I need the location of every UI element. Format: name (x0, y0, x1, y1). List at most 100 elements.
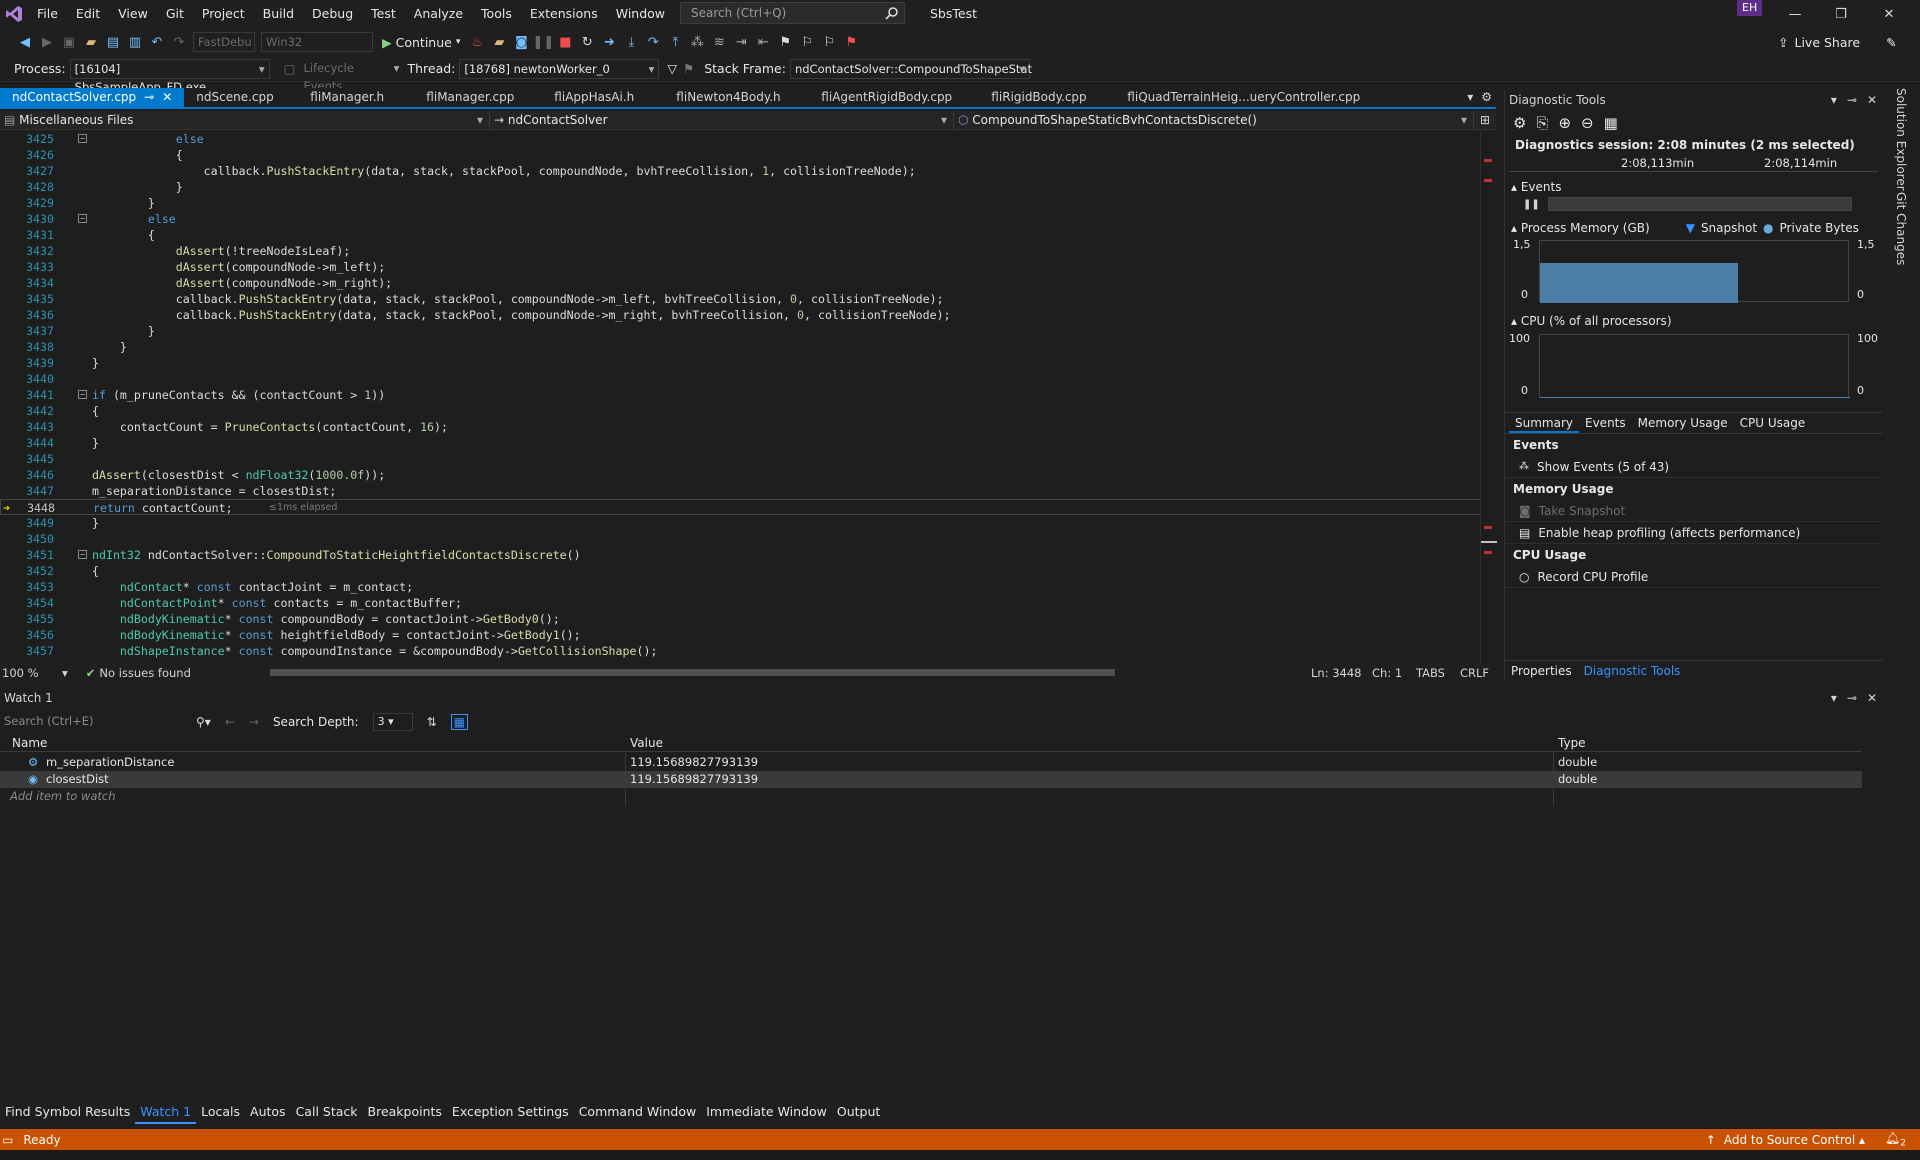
flag-icon[interactable]: ⚑ (683, 61, 694, 76)
code-line[interactable]: 3426 { (0, 147, 1496, 163)
clear-bookmarks-icon[interactable]: ⚑ (840, 31, 862, 53)
output-icon[interactable]: ▭ (2, 1133, 13, 1147)
code-line[interactable]: 3447 m_separationDistance = closestDist; (0, 483, 1496, 499)
indent-icon[interactable]: ⇥ (730, 31, 752, 53)
restore-button[interactable]: ❐ (1818, 0, 1864, 28)
code-line[interactable]: 3450 (0, 531, 1496, 547)
code-line[interactable]: 3437 } (0, 323, 1496, 339)
cpu-section-header[interactable]: ▴ CPU (% of all processors) (1505, 314, 1882, 330)
record-cpu-profile-button[interactable]: ○ Record CPU Profile (1505, 566, 1882, 588)
code-line[interactable]: 3451 ndInt32 ndContactSolver::CompoundToS… (0, 547, 1496, 563)
column-name[interactable]: Name (12, 734, 47, 752)
solution-explorer-tab[interactable]: Solution Explorer (1894, 88, 1908, 191)
watch-vertical-scrollbar[interactable] (1864, 734, 1880, 1094)
feedback-icon[interactable]: ✎ (1886, 35, 1896, 50)
bottom-tab-output[interactable]: Output (832, 1100, 885, 1124)
collapse-icon[interactable]: − (78, 134, 87, 143)
zoom-level[interactable]: 100 % (2, 666, 62, 680)
collapse-icon[interactable]: − (78, 390, 87, 399)
bottom-tab-immediate-window[interactable]: Immediate Window (701, 1100, 832, 1124)
code-line[interactable]: 3456 ndBodyKinematic* const heightfieldB… (0, 627, 1496, 643)
zoom-chevron-icon[interactable]: ▾ (62, 666, 68, 680)
code-line[interactable]: 3432 dAssert(!treeNodeIsLeaf); (0, 243, 1496, 259)
menu-git[interactable]: Git (157, 0, 193, 28)
menu-project[interactable]: Project (193, 0, 254, 28)
platform-dropdown[interactable]: Win32 (261, 32, 373, 52)
editor-horizontal-scrollbar[interactable] (270, 669, 1115, 676)
tab-ndscene[interactable]: ndScene.cpp (184, 88, 298, 107)
code-line[interactable]: 3444} (0, 435, 1496, 451)
save-all-icon[interactable]: ▥ (124, 31, 146, 53)
export-icon[interactable]: ⎘ (1536, 114, 1548, 132)
menu-file[interactable]: File (28, 0, 67, 28)
visual-studio-logo-icon[interactable] (0, 0, 28, 28)
sort-icon[interactable]: ⇅ (427, 715, 437, 729)
back-navigation-icon[interactable]: ◀ (14, 31, 36, 53)
close-panel-icon[interactable]: ✕ (1862, 90, 1882, 110)
collapse-icon[interactable]: − (78, 214, 87, 223)
watch-name[interactable]: closestDist (46, 771, 109, 788)
step-into-icon[interactable]: ⤓ (620, 31, 642, 53)
code-line[interactable]: 3455 ndBodyKinematic* const compoundBody… (0, 611, 1496, 627)
code-line[interactable]: 3429 } (0, 195, 1496, 211)
events-section-header[interactable]: ▴ Events (1505, 180, 1882, 196)
code-line[interactable]: 3430 else − (0, 211, 1496, 227)
tab-ndcontactsolver[interactable]: ndContactSolver.cpp ⊸ ✕ (0, 88, 185, 107)
code-line[interactable]: 3442 { (0, 403, 1496, 419)
watch-pin-icon[interactable]: ⊸ (1842, 688, 1862, 708)
bookmark-icon[interactable]: ⚑ (774, 31, 796, 53)
pin-panel-icon[interactable]: ⊸ (1842, 90, 1862, 110)
code-line[interactable]: 3443 contactCount = PruneContacts(contac… (0, 419, 1496, 435)
tab-fliagentrigidbody[interactable]: fliAgentRigidBody.cpp (809, 88, 979, 107)
tab-cpu-usage[interactable]: CPU Usage (1734, 413, 1812, 433)
step-out-icon[interactable]: ⤒ (664, 31, 686, 53)
code-line[interactable]: 3438 } (0, 339, 1496, 355)
cpu-chart[interactable]: 100 0 100 0 (1505, 330, 1882, 400)
issues-status[interactable]: No issues found (99, 666, 190, 680)
menu-debug[interactable]: Debug (303, 0, 362, 28)
menu-window[interactable]: Window (607, 0, 674, 28)
bottom-tab-autos[interactable]: Autos (245, 1100, 291, 1124)
search-depth-dropdown[interactable]: 3 ▾ (372, 713, 413, 731)
search-icon[interactable]: ⚲▾ (196, 715, 211, 729)
folder-icon[interactable]: ▰ (488, 31, 510, 53)
live-share-button[interactable]: ⇪ Live Share ✎ (1778, 28, 1897, 56)
prev-bookmark-icon[interactable]: ⚐ (796, 31, 818, 53)
configuration-dropdown[interactable]: FastDebu (193, 32, 255, 52)
new-project-icon[interactable]: ▣ (58, 31, 80, 53)
notifications-bell-icon[interactable]: 🔔︎2 (1885, 1131, 1906, 1148)
bottom-tab-find-symbol-results[interactable]: Find Symbol Results (0, 1100, 135, 1124)
code-line[interactable]: 3428 } (0, 179, 1496, 195)
tab-events[interactable]: Events (1579, 413, 1632, 433)
tab-flimanager-h[interactable]: fliManager.h (298, 88, 414, 107)
member-dropdown[interactable]: ⬡ CompoundToShapeStaticBvhContactsDiscre… (954, 110, 1474, 130)
events-timeline[interactable] (1547, 197, 1852, 211)
code-line[interactable]: 3446 dAssert(closestDist < ndFloat32(1000… (0, 467, 1496, 483)
scope-dropdown[interactable]: → ndContactSolver (490, 110, 954, 130)
code-line[interactable]: 3448 return contactCount; ➜ ≤1ms elapsed (0, 499, 1496, 515)
tab-memory-usage[interactable]: Memory Usage (1632, 413, 1734, 433)
git-changes-tab[interactable]: Git Changes (1894, 192, 1908, 265)
tab-fliapphasai[interactable]: fliAppHasAi.h (542, 88, 664, 107)
bottom-tab-watch-1[interactable]: Watch 1 (135, 1100, 197, 1124)
code-line[interactable]: 3453 ndContact* const contactJoint = m_c… (0, 579, 1496, 595)
code-line[interactable]: 3454 ndContactPoint* const contacts = m_… (0, 595, 1496, 611)
tab-diagnostic-tools[interactable]: Diagnostic Tools (1578, 661, 1687, 681)
bottom-tab-call-stack[interactable]: Call Stack (291, 1100, 363, 1124)
watch-name[interactable]: m_separationDistance (46, 754, 174, 771)
execution-pointer-icon[interactable]: ➜ (3, 500, 10, 516)
hot-reload-icon[interactable]: ♨ (466, 31, 488, 53)
code-line[interactable]: 3427 callback.PushStackEntry(data, stack… (0, 163, 1496, 179)
tab-flimanager-cpp[interactable]: fliManager.cpp (414, 88, 542, 107)
show-next-statement-icon[interactable]: ➜ (598, 31, 620, 53)
code-editor[interactable]: 3425 else − 3426 {3427 callback.PushStackE… (0, 131, 1496, 664)
open-file-icon[interactable]: ▰ (80, 31, 102, 53)
back-arrow-icon[interactable]: ← (225, 715, 235, 729)
forward-navigation-icon[interactable]: ▶ (36, 31, 58, 53)
code-line[interactable]: 3440 (0, 371, 1496, 387)
code-line[interactable]: 3441 if (m_pruneContacts && (contactCount… (0, 387, 1496, 403)
tab-flirigidbody[interactable]: fliRigidBody.cpp (979, 88, 1115, 107)
settings-icon[interactable]: ⚙ (1477, 88, 1496, 107)
pause-icon[interactable]: ❚❚ (532, 31, 554, 53)
bottom-tab-exception-settings[interactable]: Exception Settings (447, 1100, 574, 1124)
